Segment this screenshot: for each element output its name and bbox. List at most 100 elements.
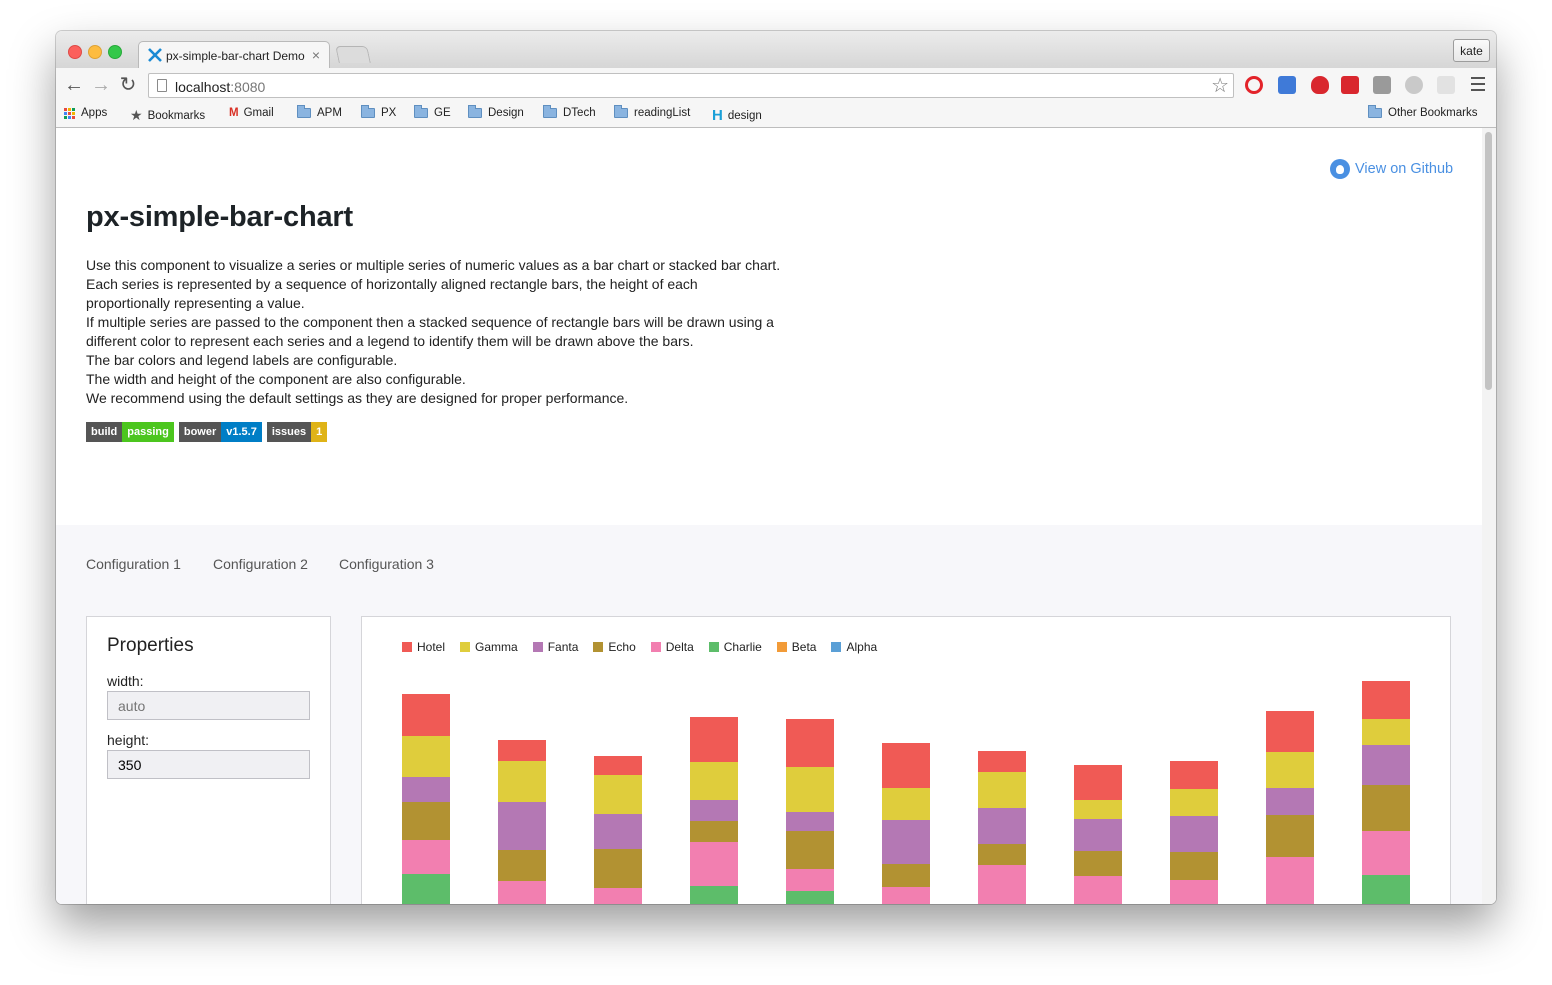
- bar-segment-gamma[interactable]: [402, 736, 450, 777]
- shield-extension-icon[interactable]: [1373, 76, 1391, 94]
- circle-extension-icon[interactable]: [1405, 76, 1423, 94]
- menu-icon[interactable]: [1471, 77, 1485, 91]
- issues-badge[interactable]: issues 1: [266, 422, 328, 442]
- bar-segment-hotel[interactable]: [882, 743, 930, 788]
- close-window-button[interactable]: [68, 45, 82, 59]
- bar-segment-fanta[interactable]: [690, 800, 738, 821]
- bar-segment-hotel[interactable]: [1074, 765, 1122, 800]
- bar-segment-echo[interactable]: [402, 802, 450, 840]
- tab-configuration-1[interactable]: Configuration 1: [86, 556, 181, 572]
- bar-segment-gamma[interactable]: [1266, 752, 1314, 788]
- bar-segment-hotel[interactable]: [1170, 761, 1218, 789]
- bar-segment-fanta[interactable]: [498, 802, 546, 850]
- bar-segment-delta[interactable]: [1266, 857, 1314, 904]
- back-arrow-icon[interactable]: ←: [64, 75, 84, 95]
- bar-segment-delta[interactable]: [1170, 880, 1218, 904]
- bar-segment-echo[interactable]: [1170, 852, 1218, 880]
- bookmark-folder-readinglist[interactable]: readingList: [614, 105, 690, 119]
- minimize-window-button[interactable]: [88, 45, 102, 59]
- bookmark-folder-design[interactable]: Design: [468, 105, 524, 119]
- bookmark-folder-apm[interactable]: APM: [297, 105, 342, 119]
- zoom-window-button[interactable]: [108, 45, 122, 59]
- bar-segment-echo[interactable]: [1074, 851, 1122, 876]
- bar-segment-hotel[interactable]: [1362, 681, 1410, 719]
- bookmark-design[interactable]: Hdesign: [712, 107, 762, 124]
- bar-segment-charlie[interactable]: [690, 886, 738, 904]
- bar-segment-hotel[interactable]: [786, 719, 834, 767]
- bar-segment-fanta[interactable]: [978, 808, 1026, 844]
- bar-segment-echo[interactable]: [1266, 815, 1314, 857]
- bookmark-bookmarks[interactable]: ★ Bookmarks: [130, 107, 205, 124]
- bar-segment-echo[interactable]: [690, 821, 738, 842]
- tab-configuration-2[interactable]: Configuration 2: [213, 556, 308, 572]
- width-input[interactable]: [107, 691, 310, 720]
- bar-segment-fanta[interactable]: [786, 812, 834, 831]
- bar-segment-charlie[interactable]: [1362, 875, 1410, 904]
- address-bar[interactable]: localhost:8080 ☆: [148, 73, 1234, 98]
- bar-segment-echo[interactable]: [498, 850, 546, 881]
- view-on-github-link[interactable]: View on Github: [1330, 159, 1453, 179]
- bug-extension-icon[interactable]: [1311, 76, 1329, 94]
- new-tab-button[interactable]: [335, 46, 371, 63]
- vertical-scrollbar[interactable]: [1482, 128, 1496, 904]
- bar-segment-fanta[interactable]: [1074, 819, 1122, 851]
- bar-segment-charlie[interactable]: [786, 891, 834, 904]
- bar-segment-gamma[interactable]: [978, 772, 1026, 808]
- bar-segment-delta[interactable]: [402, 840, 450, 874]
- bar-segment-fanta[interactable]: [402, 777, 450, 802]
- bar-segment-delta[interactable]: [498, 881, 546, 904]
- height-input[interactable]: [107, 750, 310, 779]
- bar-segment-echo[interactable]: [978, 844, 1026, 865]
- bar-segment-delta[interactable]: [786, 869, 834, 891]
- bar-segment-delta[interactable]: [594, 888, 642, 904]
- bar-segment-echo[interactable]: [786, 831, 834, 869]
- bar-segment-gamma[interactable]: [882, 788, 930, 820]
- bar-segment-gamma[interactable]: [498, 761, 546, 802]
- reload-icon[interactable]: ↻: [118, 75, 138, 95]
- bar-segment-gamma[interactable]: [1074, 800, 1122, 819]
- url-text[interactable]: localhost:8080: [175, 79, 265, 95]
- calendar-extension-icon[interactable]: [1278, 76, 1296, 94]
- bar-segment-echo[interactable]: [882, 864, 930, 887]
- browser-tab[interactable]: px-simple-bar-chart Demo ×: [138, 41, 330, 68]
- bookmark-folder-ge[interactable]: GE: [414, 105, 451, 119]
- tab-close-icon[interactable]: ×: [312, 47, 320, 63]
- bower-badge[interactable]: bower v1.5.7: [178, 422, 262, 442]
- bar-segment-hotel[interactable]: [978, 751, 1026, 772]
- bar-segment-fanta[interactable]: [594, 814, 642, 849]
- build-badge[interactable]: build passing: [86, 422, 174, 442]
- lastpass-extension-icon[interactable]: [1341, 76, 1359, 94]
- bar-segment-echo[interactable]: [594, 849, 642, 888]
- bar-segment-fanta[interactable]: [1170, 816, 1218, 852]
- bookmark-gmail[interactable]: M Gmail: [229, 107, 274, 119]
- grey-extension-icon[interactable]: [1437, 76, 1455, 94]
- bar-segment-hotel[interactable]: [402, 694, 450, 736]
- bar-segment-gamma[interactable]: [786, 767, 834, 812]
- bar-segment-hotel[interactable]: [690, 717, 738, 762]
- bookmark-folder-dtech[interactable]: DTech: [543, 105, 596, 119]
- tab-configuration-3[interactable]: Configuration 3: [339, 556, 434, 572]
- bar-segment-hotel[interactable]: [1266, 711, 1314, 752]
- bar-segment-delta[interactable]: [1074, 876, 1122, 904]
- bar-segment-hotel[interactable]: [594, 756, 642, 775]
- bookmark-folder-px[interactable]: PX: [361, 105, 396, 119]
- bar-segment-delta[interactable]: [1362, 831, 1410, 875]
- bar-segment-delta[interactable]: [978, 865, 1026, 904]
- bar-segment-charlie[interactable]: [402, 874, 450, 904]
- bar-segment-echo[interactable]: [1362, 785, 1410, 831]
- bar-segment-fanta[interactable]: [882, 820, 930, 864]
- scrollbar-thumb[interactable]: [1485, 132, 1492, 390]
- bar-segment-fanta[interactable]: [1362, 745, 1410, 785]
- bar-segment-fanta[interactable]: [1266, 788, 1314, 815]
- bar-segment-delta[interactable]: [882, 887, 930, 904]
- forward-arrow-icon[interactable]: →: [91, 75, 111, 95]
- bookmark-other[interactable]: Other Bookmarks: [1368, 105, 1477, 119]
- bar-segment-gamma[interactable]: [1170, 789, 1218, 816]
- bar-segment-gamma[interactable]: [1362, 719, 1410, 745]
- bar-segment-delta[interactable]: [690, 842, 738, 886]
- profile-button[interactable]: kate: [1453, 39, 1490, 62]
- bar-segment-hotel[interactable]: [498, 740, 546, 761]
- opera-extension-icon[interactable]: [1245, 76, 1263, 94]
- bookmark-star-icon[interactable]: ☆: [1211, 74, 1229, 98]
- bar-segment-gamma[interactable]: [690, 762, 738, 800]
